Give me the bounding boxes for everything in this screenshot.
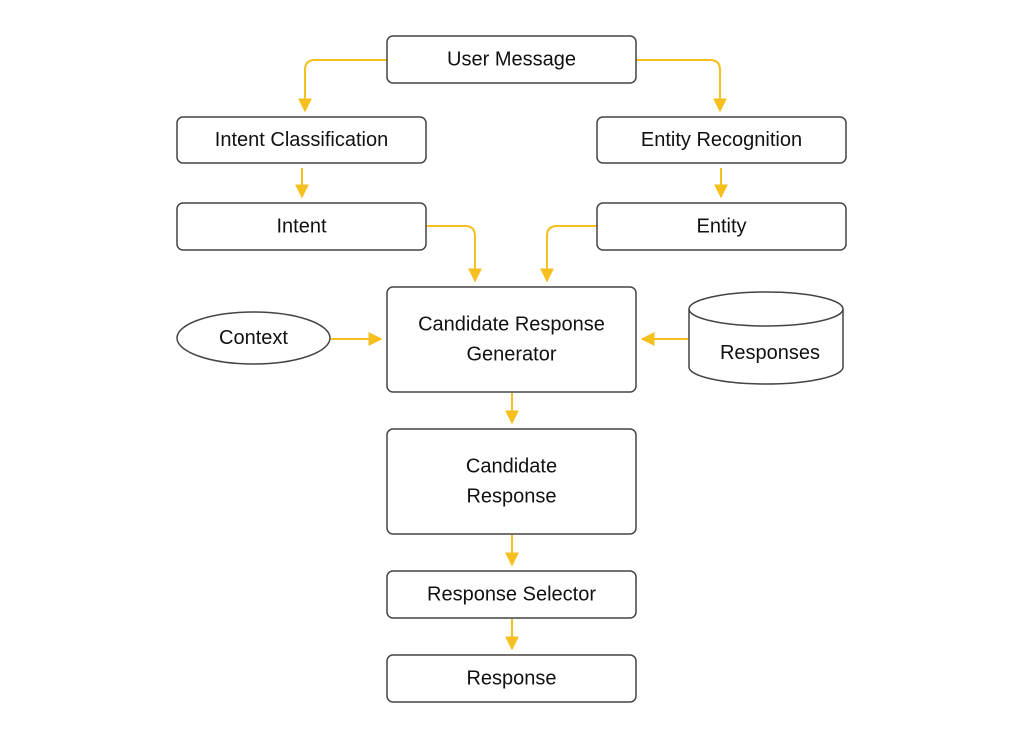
node-user-message: User Message — [386, 35, 637, 84]
node-user-message-label: User Message — [447, 49, 576, 71]
node-entity: Entity — [596, 202, 847, 251]
node-entity-label: Entity — [696, 216, 746, 238]
edge-user-message-to-intent-classification — [298, 59, 387, 113]
node-entity-recognition-label: Entity Recognition — [641, 129, 802, 151]
nodes-layer: User Message Intent Classification Entity … — [176, 35, 847, 703]
node-intent: Intent — [176, 202, 427, 251]
node-candidate-response-label: Candidate — [466, 456, 557, 478]
node-candidate-response-generator-box — [386, 286, 637, 393]
node-context: Context — [176, 311, 331, 365]
edge-intent-to-candidate-response-generator — [427, 225, 482, 283]
node-responses-lid — [688, 291, 844, 327]
node-candidate-response: Candidate Response — [386, 428, 637, 535]
node-response-selector-label: Response Selector — [427, 584, 596, 606]
node-candidate-response-generator-label: Candidate Response — [418, 314, 605, 336]
node-candidate-response-label: Response — [466, 486, 556, 508]
node-intent-label: Intent — [276, 216, 326, 238]
node-responses: Responses — [688, 291, 844, 385]
node-entity-recognition: Entity Recognition — [596, 116, 847, 164]
node-candidate-response-generator: Candidate Response Generator — [386, 286, 637, 393]
node-responses-label: Responses — [720, 342, 820, 364]
edge-user-message-to-entity-recognition — [636, 59, 727, 113]
node-response: Response — [386, 654, 637, 703]
node-candidate-response-generator-label: Generator — [466, 344, 556, 366]
node-intent-classification-label: Intent Classification — [215, 129, 388, 151]
node-response-selector: Response Selector — [386, 570, 637, 619]
flow-diagram: User Message Intent Classification Entity … — [176, 35, 847, 703]
node-response-label: Response — [466, 668, 556, 690]
node-context-label: Context — [219, 327, 288, 349]
node-candidate-response-box — [386, 428, 637, 535]
edge-entity-to-candidate-response-generator — [540, 225, 597, 283]
node-intent-classification: Intent Classification — [176, 116, 427, 164]
